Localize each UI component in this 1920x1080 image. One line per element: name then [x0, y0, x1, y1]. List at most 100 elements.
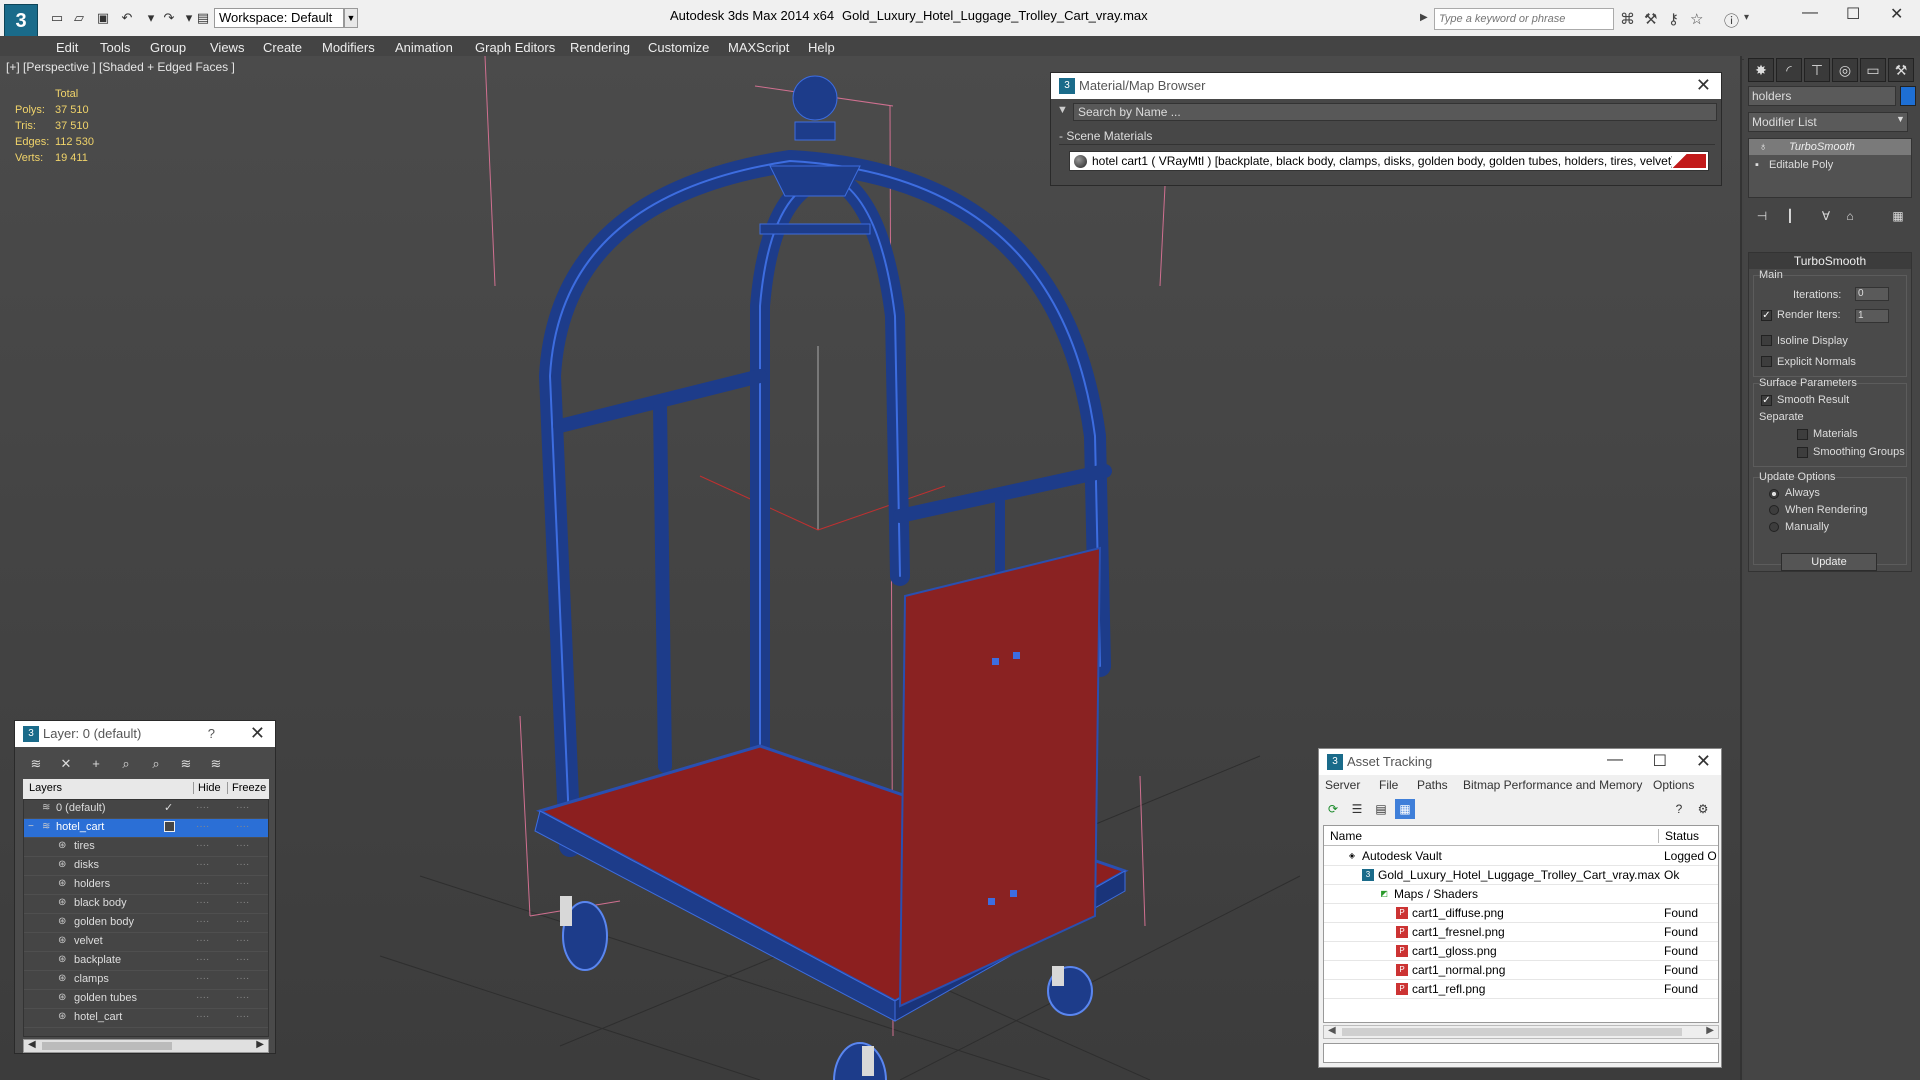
new-file-icon[interactable]: ▭ — [48, 9, 66, 27]
hide-toggle[interactable]: ···· — [196, 878, 209, 889]
layer-freeze-all-icon[interactable]: ≋ — [205, 753, 227, 775]
show-end-result-icon[interactable]: ┃ — [1780, 206, 1800, 226]
layer-add-icon[interactable]: + — [85, 753, 107, 775]
freeze-toggle[interactable]: ···· — [236, 859, 249, 870]
asset-row[interactable]: Pcart1_diffuse.png Found — [1324, 904, 1718, 923]
object-row[interactable]: ⊛ holders ···· ···· — [24, 876, 268, 895]
freeze-toggle[interactable]: ···· — [236, 821, 249, 832]
stack-item-turbosmooth[interactable]: ♁ TurboSmooth — [1749, 139, 1911, 155]
iterations-spinner[interactable]: 0 — [1855, 287, 1889, 301]
asset-row[interactable]: 3 Gold_Luxury_Hotel_Luggage_Trolley_Cart_… — [1324, 866, 1718, 885]
layer-highlight-icon[interactable]: ⌕ — [145, 753, 167, 775]
menu-customize[interactable]: Customize — [648, 40, 709, 55]
hide-toggle[interactable]: ···· — [196, 859, 209, 870]
close-icon[interactable]: ✕ — [1696, 75, 1711, 96]
freeze-toggle[interactable]: ···· — [236, 954, 249, 965]
scroll-right-icon[interactable]: ▶ — [256, 1039, 264, 1050]
key-icon[interactable]: ⚷ — [1668, 10, 1679, 28]
table-view-icon[interactable]: ▤ — [1371, 799, 1391, 819]
keyword-search-input[interactable] — [1434, 8, 1614, 30]
rollout-title[interactable]: TurboSmooth — [1749, 253, 1911, 269]
menu-rendering[interactable]: Rendering — [570, 40, 630, 55]
minimize-icon[interactable]: — — [1607, 751, 1623, 769]
layer-new-icon[interactable]: ≋ — [25, 753, 47, 775]
at-menu-file[interactable]: File — [1379, 778, 1398, 792]
smooth-result-checkbox[interactable]: ✓ — [1761, 395, 1772, 406]
at-menu-bitmap-performance[interactable]: Bitmap Performance and Memory — [1463, 778, 1642, 792]
save-file-icon[interactable]: ▣ — [94, 9, 112, 27]
scroll-thumb[interactable] — [1342, 1028, 1682, 1036]
menu-graph-editors[interactable]: Graph Editors — [475, 40, 555, 55]
current-layer-check-icon[interactable]: ✓ — [164, 801, 173, 814]
update-when-rendering-radio[interactable] — [1769, 505, 1779, 515]
object-name-field[interactable]: holders — [1748, 86, 1896, 106]
maximize-icon[interactable]: ☐ — [1846, 4, 1860, 24]
at-menu-paths[interactable]: Paths — [1417, 778, 1448, 792]
asset-row[interactable]: Pcart1_fresnel.png Found — [1324, 923, 1718, 942]
collapse-icon[interactable]: − — [28, 821, 34, 832]
hide-toggle[interactable]: ···· — [196, 802, 209, 813]
freeze-toggle[interactable]: ···· — [236, 840, 249, 851]
help-icon[interactable]: ? — [1669, 799, 1689, 819]
object-row[interactable]: ⊛ backplate ···· ···· — [24, 952, 268, 971]
hide-toggle[interactable]: ···· — [196, 916, 209, 927]
filter-funnel-icon[interactable]: ▼ — [1057, 104, 1068, 116]
scroll-left-icon[interactable]: ◀ — [28, 1039, 36, 1050]
object-color-swatch[interactable] — [1900, 86, 1916, 106]
workspace-select[interactable]: Workspace: Default — [214, 8, 344, 28]
search-expand-icon[interactable]: ▶ — [1420, 12, 1428, 23]
close-icon[interactable]: ✕ — [250, 723, 265, 744]
open-file-icon[interactable]: ▱ — [70, 9, 88, 27]
layer-select-icon[interactable]: ⌕ — [115, 753, 137, 775]
make-unique-icon[interactable]: ∀ — [1816, 206, 1836, 226]
freeze-toggle[interactable]: ···· — [236, 916, 249, 927]
object-row[interactable]: ⊛ black body ···· ···· — [24, 895, 268, 914]
col-hide[interactable]: Hide — [193, 782, 221, 794]
remove-modifier-icon[interactable]: ⌂ — [1840, 206, 1860, 226]
freeze-toggle[interactable]: ···· — [236, 878, 249, 889]
material-list-item[interactable]: hotel cart1 ( VRayMtl ) [backplate, blac… — [1069, 151, 1709, 171]
scroll-thumb[interactable] — [42, 1042, 172, 1050]
freeze-toggle[interactable]: ···· — [236, 802, 249, 813]
modifier-list-select[interactable]: Modifier List — [1748, 112, 1908, 132]
material-search-input[interactable]: Search by Name ... — [1073, 103, 1717, 121]
list-view-icon[interactable]: ☰ — [1347, 799, 1367, 819]
object-row[interactable]: ⊛ velvet ···· ···· — [24, 933, 268, 952]
app-logo-icon[interactable]: 3 — [4, 4, 38, 38]
maximize-icon[interactable]: ☐ — [1653, 751, 1667, 771]
asset-row[interactable]: Pcart1_normal.png Found — [1324, 961, 1718, 980]
scene-materials-section[interactable]: - Scene Materials — [1059, 129, 1715, 145]
menu-tools[interactable]: Tools — [100, 40, 130, 55]
at-menu-server[interactable]: Server — [1325, 778, 1360, 792]
hide-toggle[interactable]: ···· — [196, 897, 209, 908]
freeze-toggle[interactable]: ···· — [236, 897, 249, 908]
menu-modifiers[interactable]: Modifiers — [322, 40, 375, 55]
pin-stack-icon[interactable]: ⊣ — [1752, 206, 1772, 226]
materials-checkbox[interactable] — [1797, 429, 1808, 440]
object-row[interactable]: ⊛ golden tubes ···· ···· — [24, 990, 268, 1009]
redo-icon[interactable]: ↷ — [160, 9, 178, 27]
menu-create[interactable]: Create — [263, 40, 302, 55]
create-tab-icon[interactable]: ✸ — [1748, 58, 1774, 82]
menu-animation[interactable]: Animation — [395, 40, 453, 55]
refresh-icon[interactable]: ⟳ — [1323, 799, 1343, 819]
hide-toggle[interactable]: ···· — [196, 954, 209, 965]
asset-row[interactable]: ◈ Autodesk Vault Logged O — [1324, 847, 1718, 866]
col-status[interactable]: Status — [1658, 829, 1699, 843]
workspace-dropdown-icon[interactable]: ▼ — [344, 8, 358, 28]
material-browser-titlebar[interactable]: 3 Material/Map Browser ✕ — [1051, 73, 1721, 99]
undo-icon[interactable]: ↶ — [118, 9, 136, 27]
asset-tracking-titlebar[interactable]: 3 Asset Tracking — ☐ ✕ — [1319, 749, 1721, 775]
scroll-right-icon[interactable]: ▶ — [1706, 1025, 1714, 1036]
help-button[interactable]: ? — [208, 726, 215, 741]
hierarchy-tab-icon[interactable]: ⊤ — [1804, 58, 1830, 82]
layer-row-selected[interactable]: − ≋ hotel_cart ···· ···· — [24, 819, 268, 838]
freeze-toggle[interactable]: ···· — [236, 992, 249, 1003]
minimize-icon[interactable]: — — [1802, 4, 1818, 22]
menu-edit[interactable]: Edit — [56, 40, 78, 55]
close-icon[interactable]: ✕ — [1696, 751, 1711, 772]
explicit-normals-checkbox[interactable] — [1761, 356, 1772, 367]
help-icon[interactable]: ⓘ — [1724, 10, 1739, 31]
grid-view-icon[interactable]: ▦ — [1395, 799, 1415, 819]
object-row[interactable]: ⊛ tires ···· ···· — [24, 838, 268, 857]
